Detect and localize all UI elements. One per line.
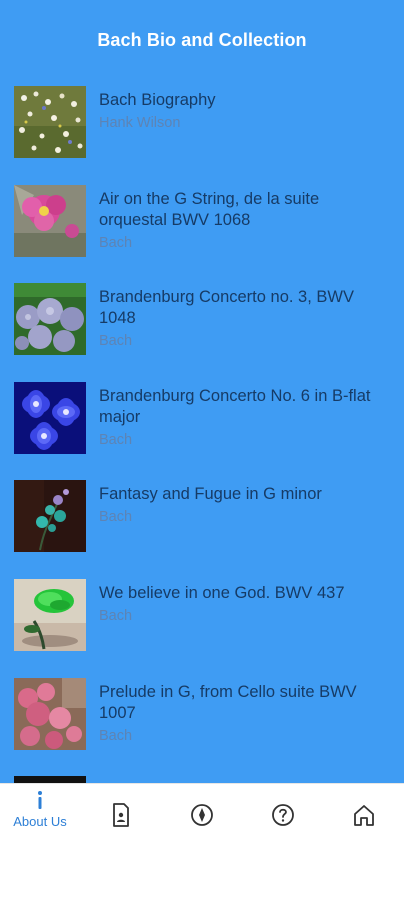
contact-card-icon	[113, 803, 129, 827]
compass-icon	[191, 804, 213, 826]
item-title-text: Prelude in G, from Cello suite BWV 1007	[99, 682, 357, 722]
green-rose-thumbnail	[14, 578, 86, 651]
content-area: Bach Bio and Collection Bach Biography H…	[0, 0, 404, 783]
item-subtitle: Bach	[99, 607, 133, 624]
item-title-text: Fantasy and Fugue in G minor	[99, 485, 322, 504]
lilac-flowers-thumbnail	[14, 283, 86, 356]
item-subtitle: Hank Wilson	[99, 115, 181, 131]
list-item[interactable]: Prelude in G, from Cello suite BWV 1007 …	[0, 677, 404, 777]
item-title-text: We believe in one God. BWV 437	[99, 583, 345, 602]
page-title: Bach Bio and Collection	[97, 30, 307, 50]
item-title: Brandenburg Concerto No. 6 in B-flat maj…	[99, 386, 389, 450]
track-list: Bach Biography Hank Wilson Air on the G …	[0, 86, 404, 783]
item-title: Fantasy and Fugue in G minor Bach	[99, 484, 389, 527]
item-subtitle: Bach	[99, 333, 133, 350]
item-title: Brandenburg Concerto no. 3, BWV 1048 Bac…	[99, 287, 389, 351]
pink-flower-thumbnail	[14, 184, 86, 257]
dark-thumbnail	[14, 776, 86, 783]
list-item-partial[interactable]	[0, 776, 404, 783]
nav-about-us[interactable]: About Us	[0, 784, 80, 844]
item-subtitle: Bach	[99, 431, 133, 448]
nav-home[interactable]	[324, 784, 404, 844]
info-icon	[38, 791, 42, 809]
teal-flower-thumbnail	[14, 480, 86, 553]
list-item[interactable]: We believe in one God. BWV 437 Bach	[0, 578, 404, 678]
list-item[interactable]: Brandenburg Concerto no. 3, BWV 1048 Bac…	[0, 283, 404, 382]
list-item[interactable]: Air on the G String, de la suite orquest…	[0, 184, 404, 284]
list-item[interactable]: Bach Biography Hank Wilson	[0, 86, 404, 185]
item-title: Bach Biography Hank Wilson	[99, 90, 389, 133]
item-title-text: Brandenburg Concerto No. 6 in B-flat maj…	[99, 386, 371, 426]
nav-help[interactable]	[243, 784, 323, 844]
nav-contact[interactable]	[81, 784, 161, 844]
list-item[interactable]: Brandenburg Concerto No. 6 in B-flat maj…	[0, 381, 404, 481]
blue-flowers-thumbnail	[14, 381, 86, 454]
item-title: Air on the G String, de la suite orquest…	[99, 189, 389, 253]
item-title-text: Bach Biography	[99, 91, 216, 109]
help-icon	[272, 804, 294, 826]
wildflowers-thumbnail	[14, 86, 86, 158]
item-subtitle: Bach	[99, 727, 133, 744]
nav-explore[interactable]	[162, 784, 242, 844]
home-icon	[354, 805, 374, 826]
item-title-text: Brandenburg Concerto no. 3, BWV 1048	[99, 288, 354, 328]
app-screen: Bach Bio and Collection Bach Biography H…	[0, 0, 404, 901]
list-item[interactable]: Fantasy and Fugue in G minor Bach	[0, 480, 404, 579]
item-subtitle: Bach	[99, 234, 133, 251]
item-title: We believe in one God. BWV 437 Bach	[99, 583, 389, 626]
nav-about-us-label: About Us	[13, 814, 67, 829]
bottom-navigation: About Us	[0, 783, 404, 901]
item-title-text: Air on the G String, de la suite orquest…	[99, 189, 320, 229]
item-title: Prelude in G, from Cello suite BWV 1007 …	[99, 682, 389, 746]
pink-blossoms-thumbnail	[14, 677, 86, 750]
item-subtitle: Bach	[99, 509, 133, 526]
